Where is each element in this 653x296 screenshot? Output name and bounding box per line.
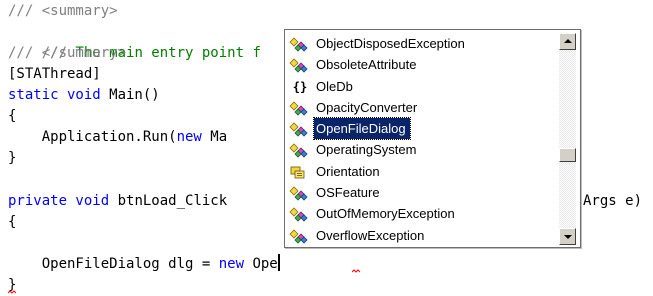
- class-icon: [289, 36, 311, 52]
- completion-item[interactable]: OpenFileDialog: [286, 117, 556, 141]
- code-line-3: /// </summary>: [8, 45, 127, 61]
- completion-item[interactable]: Orientation: [286, 161, 556, 182]
- completion-item-label: Orientation: [316, 163, 380, 179]
- completion-item-label: OpenFileDialog: [313, 117, 411, 141]
- class-icon: [289, 100, 311, 116]
- error-squiggle: [8, 290, 16, 294]
- code-line-1: /// <summary>: [8, 3, 118, 19]
- code-text: OpenFileDialog dlg =: [8, 256, 219, 272]
- class-icon: [289, 206, 311, 222]
- class-icon: [289, 121, 311, 137]
- completion-item-label: OSFeature: [316, 185, 380, 201]
- code-text: btnLoad_Click: [109, 193, 228, 209]
- code-line-8: }: [8, 150, 17, 166]
- code-line-6: {: [8, 108, 17, 124]
- completion-item[interactable]: OpacityConverter: [286, 97, 556, 118]
- class-icon: [289, 228, 311, 244]
- namespace-icon: {}: [292, 79, 308, 94]
- completion-list[interactable]: ObjectDisposedException ObsoleteAttribute…: [286, 33, 556, 246]
- code-text: Main(): [100, 87, 160, 103]
- arrow-down-icon: [564, 235, 572, 239]
- keyword: static void: [8, 87, 101, 103]
- code-line-12: OpenFileDialog dlg = new Ope: [8, 254, 280, 275]
- code-line-10-tail: Args e): [583, 193, 643, 209]
- completion-scrollbar[interactable]: [559, 33, 576, 245]
- keyword: new: [218, 256, 245, 272]
- scroll-down-button[interactable]: [559, 228, 576, 245]
- completion-item[interactable]: OperatingSystem: [286, 139, 556, 160]
- arrow-up-icon: [564, 39, 572, 43]
- code-line-11: {: [8, 214, 17, 230]
- completion-item-label: OpacityConverter: [316, 99, 418, 115]
- code-text: Ma: [201, 129, 228, 145]
- class-icon: [289, 57, 311, 73]
- scroll-thumb[interactable]: [559, 148, 576, 163]
- error-squiggle: [352, 269, 360, 273]
- completion-item[interactable]: OverflowException: [286, 225, 556, 246]
- code-line-7: Application.Run(new Ma: [8, 127, 227, 148]
- completion-item[interactable]: OutOfMemoryException: [286, 203, 556, 224]
- intellisense-popup[interactable]: ObjectDisposedException ObsoleteAttribute…: [284, 29, 581, 248]
- code-line-5: static void Main(): [8, 85, 160, 106]
- text-caret: [277, 254, 280, 271]
- enum-icon: [289, 164, 311, 180]
- completion-item-label: OleDb: [316, 78, 353, 94]
- keyword: new: [176, 129, 202, 145]
- completion-item-label: ObjectDisposedException: [316, 36, 465, 51]
- completion-item[interactable]: ObsoleteAttribute: [286, 54, 556, 75]
- code-text: Ope: [244, 256, 278, 272]
- completion-item-label: OverflowException: [316, 227, 425, 243]
- completion-item-label: OperatingSystem: [316, 142, 417, 158]
- code-text: Application.Run(: [8, 129, 177, 145]
- class-icon: [289, 142, 311, 159]
- completion-item[interactable]: ObjectDisposedException: [286, 33, 556, 54]
- scroll-up-button[interactable]: [559, 33, 576, 50]
- completion-item[interactable]: OSFeature: [286, 182, 556, 203]
- completion-item[interactable]: {} OleDb: [286, 76, 556, 97]
- code-line-4: [STAThread]: [8, 66, 101, 82]
- class-icon: [289, 185, 311, 201]
- keyword: private void: [8, 193, 110, 209]
- completion-item-label: OutOfMemoryException: [316, 206, 455, 222]
- code-line-2: /// The main entry point f: [8, 22, 261, 61]
- completion-item-label: ObsoleteAttribute: [316, 57, 417, 73]
- code-line-10: private void btnLoad_Click: [8, 191, 227, 212]
